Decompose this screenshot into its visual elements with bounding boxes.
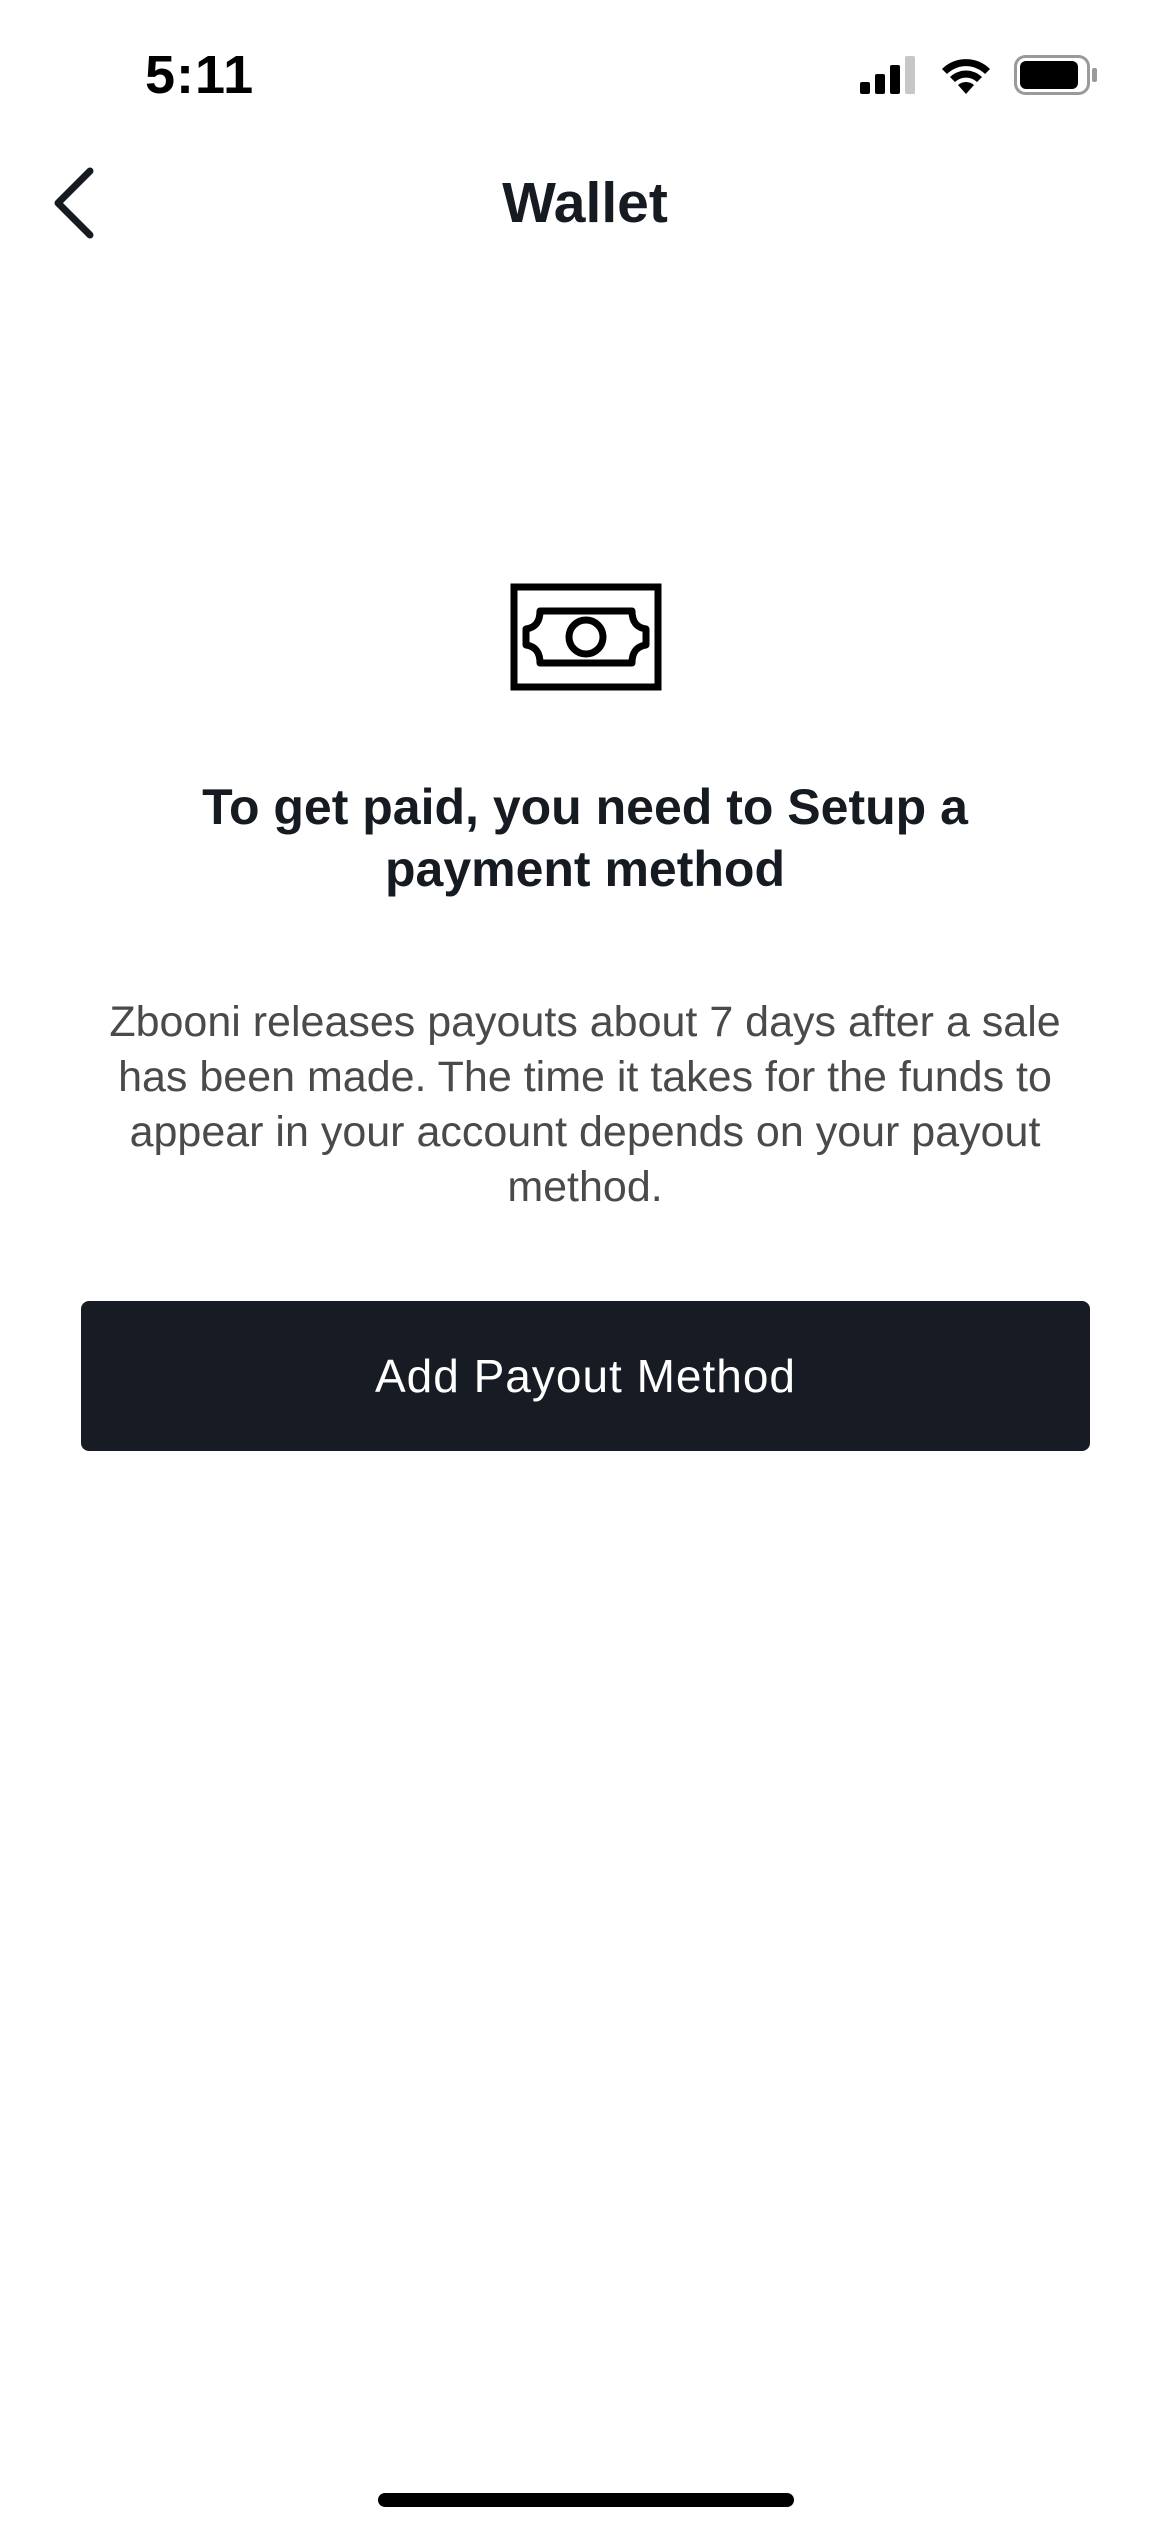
status-time: 5:11 <box>145 45 255 105</box>
empty-state-headline: To get paid, you need to Setup a payment… <box>202 779 968 897</box>
empty-state-description: Zbooni releases payouts about 7 days aft… <box>109 998 1061 1211</box>
status-bar: 5:11 <box>0 0 1170 150</box>
page-title: Wallet <box>502 171 668 235</box>
status-icons <box>860 55 1098 95</box>
banknote-icon <box>510 583 662 691</box>
wifi-icon <box>940 56 992 94</box>
add-payout-method-button[interactable]: Add Payout Method <box>81 1301 1090 1451</box>
navigation-bar: Wallet <box>0 150 1170 260</box>
battery-icon <box>1014 55 1098 95</box>
home-indicator[interactable] <box>378 2493 794 2507</box>
cellular-signal-icon <box>860 56 918 94</box>
